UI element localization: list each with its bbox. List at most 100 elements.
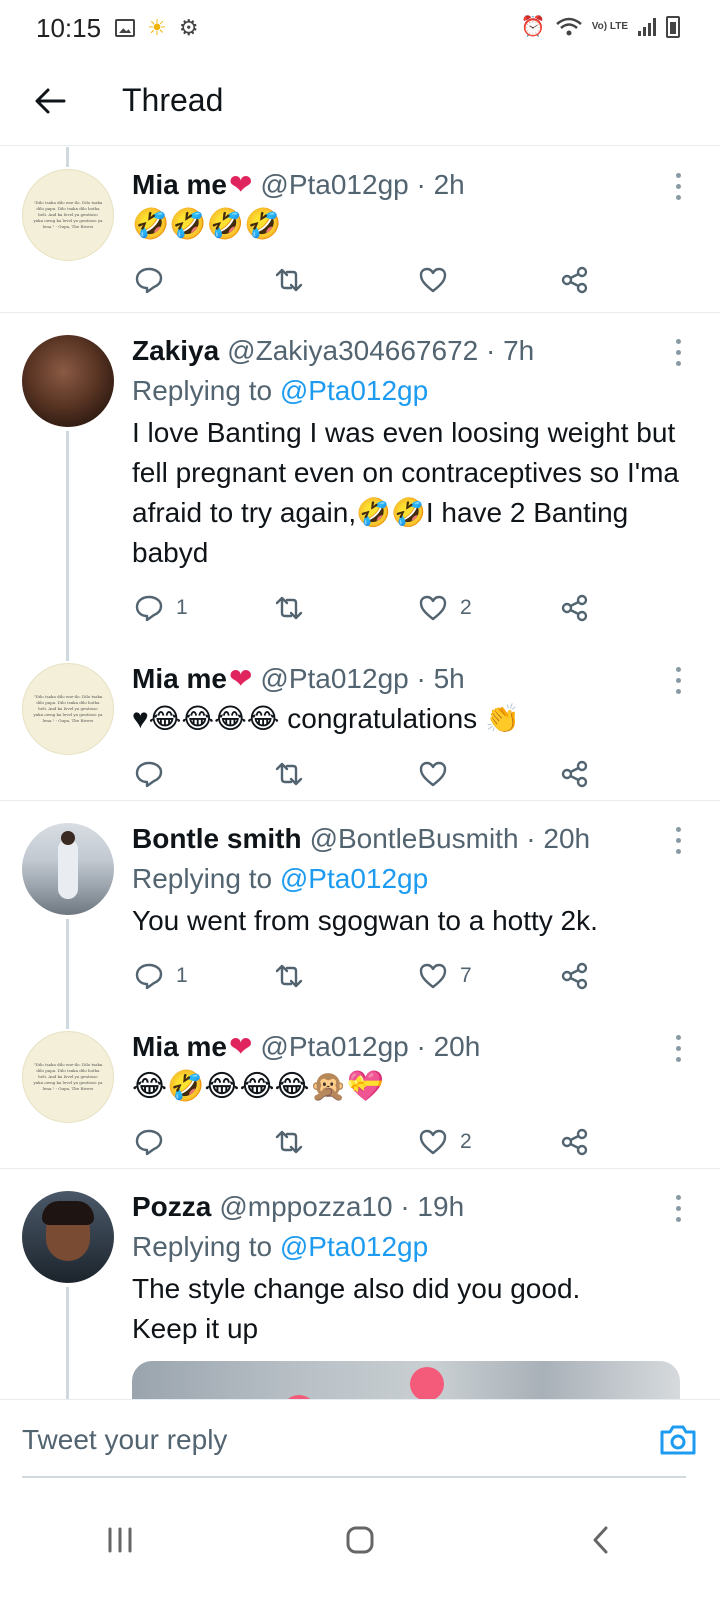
tweet-media[interactable] [132,1361,680,1399]
more-options-icon[interactable] [676,1035,682,1062]
reply-button[interactable] [134,265,176,295]
avatar[interactable] [22,1191,114,1283]
user-handle: @Pta012gp · 2h [260,169,465,200]
thread-header: Thread [0,56,720,146]
reply-input[interactable]: Tweet your reply [22,1424,658,1456]
mention-link[interactable]: @Pta012gp [280,1231,428,1262]
mention-link[interactable]: @Pta012gp [280,375,428,406]
reply-button[interactable]: 1 [134,593,188,623]
avatar[interactable]: "Dilo tsaka dilo ene-ilo. Dilo tsaka dil… [22,169,114,261]
share-button[interactable] [560,961,590,991]
home-icon[interactable] [330,1510,390,1570]
replying-to-label: Replying to [132,375,280,406]
like-count: 2 [460,596,472,619]
tweet[interactable]: "Dilo tsaka dilo ene-ilo. Dilo tsaka dil… [0,1009,720,1169]
avatar[interactable] [22,335,114,427]
tweet-text: The style change also did you good. Keep… [132,1273,581,1344]
retweet-button[interactable] [274,593,304,623]
reply-button[interactable] [134,1127,176,1157]
wifi-icon [555,17,582,35]
network-lte-label: Vo) LTE [591,20,628,32]
tweet-meta: Mia me ❤ @Pta012gp · 2h [132,167,680,203]
thread-feed[interactable]: "Dilo tsaka dilo ene-ilo. Dilo tsaka dil… [0,147,720,1399]
tweet[interactable]: "Dilo tsaka dilo ene-ilo. Dilo tsaka dil… [0,641,720,801]
reply-count: 1 [176,964,188,987]
heart-icon [419,761,447,787]
display-name[interactable]: Bontle smith [132,821,302,857]
replying-to: Replying to @Pta012gp [132,859,680,899]
recent-apps-icon[interactable] [90,1510,150,1570]
retweet-icon [275,268,303,292]
avatar[interactable] [22,823,114,915]
heart-icon [419,595,447,621]
display-name[interactable]: Mia me [132,1029,227,1065]
back-arrow-icon[interactable] [26,77,74,125]
tweet[interactable]: "Dilo tsaka dilo ene-ilo. Dilo tsaka dil… [0,147,720,313]
signal-bars-icon [638,17,656,36]
reply-button[interactable]: 1 [134,961,188,991]
tweet[interactable]: Pozza @mppozza10 · 19h Replying to @Pta0… [0,1169,720,1399]
more-options-icon[interactable] [676,173,682,200]
thread-line [66,641,69,661]
avatar-quote-text: "Dilo tsaka dilo ene-ilo. Dilo tsaka dil… [33,694,103,723]
reply-icon [135,267,163,294]
display-name[interactable]: Mia me [132,661,227,697]
back-nav-icon[interactable] [570,1510,630,1570]
settings-gear-icon: ⚙ [178,15,199,40]
name-heart-emoji: ❤ [228,169,253,200]
retweet-button[interactable] [274,759,304,789]
thread-line [66,919,69,1009]
tweet[interactable]: Zakiya @Zakiya304667672 · 7h Replying to… [0,313,720,641]
retweet-button[interactable] [274,265,304,295]
reply-icon [135,963,163,990]
tweet-meta: Mia me ❤ @Pta012gp · 5h [132,661,680,697]
share-button[interactable] [560,759,590,789]
like-button[interactable] [418,759,460,789]
avatar[interactable]: "Dilo tsaka dilo ene-ilo. Dilo tsaka dil… [22,663,114,755]
reply-composer[interactable]: Tweet your reply [0,1399,720,1479]
share-button[interactable] [560,1127,590,1157]
share-icon [561,962,588,990]
more-options-icon[interactable] [676,827,682,854]
like-count: 7 [460,964,472,987]
reply-button[interactable] [134,759,176,789]
like-button[interactable]: 7 [418,961,472,991]
page-title: Thread [122,82,224,118]
replying-to: Replying to @Pta012gp [132,371,680,411]
display-name[interactable]: Mia me [132,167,227,203]
share-button[interactable] [560,593,590,623]
display-name[interactable]: Pozza [132,1189,211,1225]
name-heart-emoji: ❤ [228,1031,253,1062]
alarm-icon: ⏰ [520,16,546,38]
brightness-icon: ☀ [147,15,167,40]
share-icon [561,1128,588,1156]
user-handle: @Zakiya304667672 · 7h [227,335,535,366]
tweet-text: 🤣🤣🤣🤣 [132,208,282,241]
more-options-icon[interactable] [676,339,682,366]
share-button[interactable] [560,265,590,295]
user-handle: @Pta012gp · 20h [260,1031,481,1062]
more-options-icon[interactable] [676,667,682,694]
status-bar: 10:15 ☀ ⚙ ⏰ Vo) LTE [0,0,720,56]
like-button[interactable]: 2 [418,593,472,623]
system-nav-bar [0,1480,720,1600]
camera-icon[interactable] [658,1420,698,1460]
tweet-actions: 1 2 [132,573,680,643]
like-button[interactable]: 2 [418,1127,472,1157]
replying-to-label: Replying to [132,863,280,894]
mention-link[interactable]: @Pta012gp [280,863,428,894]
user-handle: @mppozza10 · 19h [219,1191,465,1222]
like-button[interactable] [418,265,460,295]
tweet-text: You went from sgogwan to a hotty 2k. [132,905,598,936]
thread-line [66,1009,69,1029]
thread-line [66,147,69,167]
battery-icon [666,15,680,38]
retweet-button[interactable] [274,961,304,991]
more-options-icon[interactable] [676,1195,682,1222]
display-name[interactable]: Zakiya [132,333,219,369]
tweet[interactable]: Bontle smith @BontleBusmith · 20h Replyi… [0,801,720,1009]
tweet-meta: Pozza @mppozza10 · 19h [132,1189,680,1225]
retweet-button[interactable] [274,1127,304,1157]
avatar[interactable]: "Dilo tsaka dilo ene-ilo. Dilo tsaka dil… [22,1031,114,1123]
gallery-icon [115,19,136,37]
